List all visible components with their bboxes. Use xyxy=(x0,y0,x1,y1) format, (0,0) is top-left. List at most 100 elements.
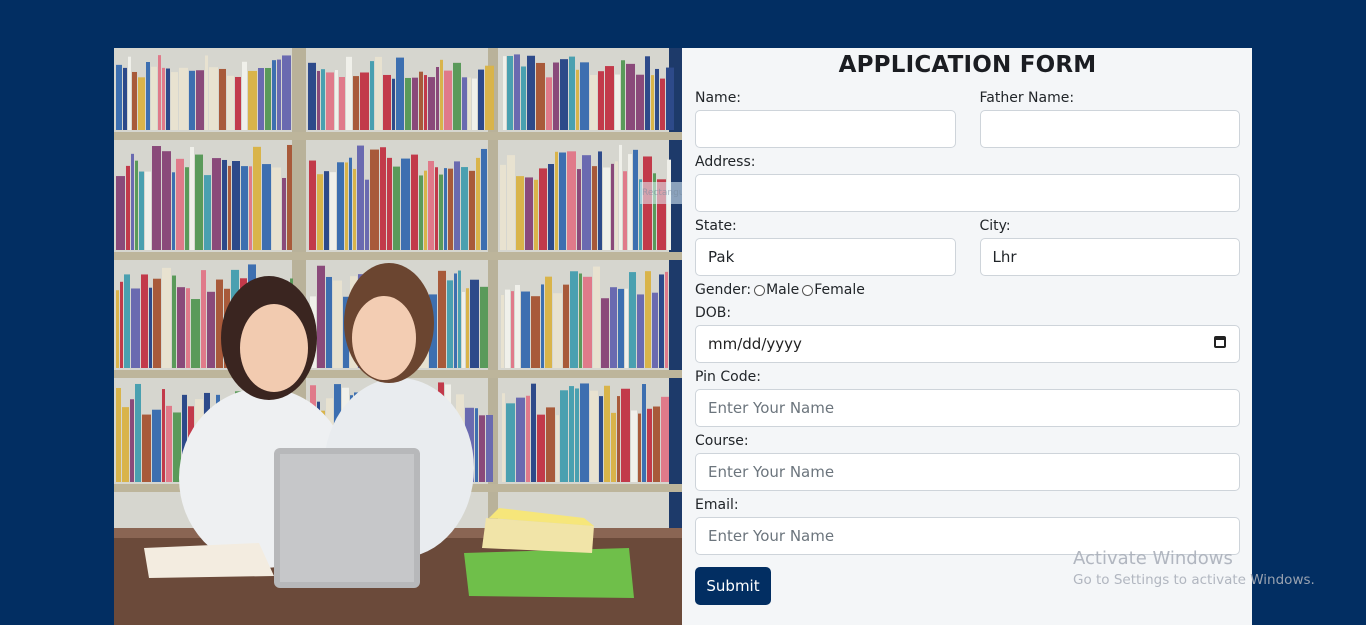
book-spine xyxy=(653,406,660,482)
book-spine xyxy=(462,291,465,368)
book-spine xyxy=(516,176,524,250)
gender-male-label[interactable]: Male xyxy=(766,281,799,299)
book-spine xyxy=(567,151,576,250)
city-input[interactable] xyxy=(979,238,1240,276)
book-spine xyxy=(162,151,171,250)
state-input[interactable] xyxy=(695,238,956,276)
book-spine xyxy=(324,171,329,250)
book-spine xyxy=(454,273,457,368)
book-spine xyxy=(149,287,152,368)
book-spine xyxy=(618,288,624,368)
book-spine xyxy=(660,78,665,130)
dob-input[interactable] xyxy=(695,325,1240,363)
book-spine xyxy=(516,397,525,482)
book-spine xyxy=(560,390,568,482)
gender-female-radio[interactable] xyxy=(802,284,814,296)
book-spine xyxy=(546,407,555,482)
book-spine xyxy=(392,78,395,130)
book-spine xyxy=(185,167,189,250)
book-spine xyxy=(579,273,582,368)
book-spine xyxy=(667,159,671,250)
book-spine xyxy=(626,63,635,130)
book-spine xyxy=(577,169,581,250)
book-spine xyxy=(146,62,150,131)
book-spine xyxy=(277,59,281,130)
book-spine xyxy=(339,76,345,130)
gender-male-radio[interactable] xyxy=(754,284,766,296)
book-spine xyxy=(321,69,325,130)
book-spine xyxy=(453,62,461,131)
book-spine xyxy=(258,68,264,130)
calendar-icon[interactable] xyxy=(1214,336,1226,348)
book-spine xyxy=(590,390,598,482)
book-spine xyxy=(472,78,477,130)
book-spine xyxy=(123,67,127,130)
submit-button[interactable]: Submit xyxy=(695,567,771,605)
book-spine xyxy=(317,174,323,250)
name-label: Name: xyxy=(695,90,742,106)
course-label: Course: xyxy=(695,433,749,449)
book-spine xyxy=(475,408,478,482)
book-spine xyxy=(521,66,526,130)
book-spine xyxy=(481,148,487,250)
book-spine xyxy=(141,274,148,368)
book-spine xyxy=(424,75,427,130)
father-name-input[interactable] xyxy=(979,110,1240,148)
book-spine xyxy=(132,71,137,130)
book-spine xyxy=(152,409,161,482)
book-spine xyxy=(330,172,336,250)
dob-label: DOB: xyxy=(695,305,732,321)
book-spine xyxy=(179,67,188,130)
book-spine xyxy=(466,288,469,368)
book-spine xyxy=(232,161,240,250)
book-spine xyxy=(485,65,494,130)
pin-code-input[interactable] xyxy=(695,389,1240,427)
book-spine xyxy=(158,55,161,130)
book-spine xyxy=(370,149,379,250)
city-label: City: xyxy=(979,218,1011,234)
book-spine xyxy=(122,407,129,482)
book-spine xyxy=(265,67,271,130)
book-spine xyxy=(439,174,443,250)
book-spine xyxy=(507,55,513,130)
book-spine xyxy=(611,412,616,482)
book-spine xyxy=(601,298,609,368)
book-spine xyxy=(502,393,505,482)
gender-label: Gender: xyxy=(695,282,752,298)
book-spine xyxy=(209,67,218,130)
name-input[interactable] xyxy=(695,110,956,148)
course-input[interactable] xyxy=(695,453,1240,491)
book-spine xyxy=(317,70,320,130)
address-input[interactable] xyxy=(695,174,1240,212)
book-spine xyxy=(349,157,352,250)
book-spine xyxy=(531,383,536,482)
book-spine xyxy=(128,56,131,130)
book-spine xyxy=(360,72,369,130)
book-spine xyxy=(536,62,545,130)
book-spine xyxy=(478,69,484,130)
book-spine xyxy=(177,287,185,368)
book-spine xyxy=(401,158,410,250)
book-spine xyxy=(253,146,261,250)
form-title: APPLICATION FORM xyxy=(838,52,1097,78)
book-spine xyxy=(645,56,650,130)
book-spine xyxy=(346,56,352,131)
book-spine xyxy=(617,396,620,482)
book-spine xyxy=(309,160,316,250)
book-spine xyxy=(130,399,134,482)
book-spine xyxy=(599,396,603,482)
activate-windows-watermark: Activate Windows Go to Settings to activ… xyxy=(1073,548,1315,590)
book-spine xyxy=(219,68,226,130)
book-spine xyxy=(448,168,453,250)
book-spine xyxy=(652,292,658,368)
book-spine xyxy=(651,75,654,130)
book-spine xyxy=(162,67,165,130)
book-spine xyxy=(636,74,644,130)
book-spine xyxy=(511,291,514,368)
gender-female-label[interactable]: Female xyxy=(814,281,865,299)
book-spine xyxy=(387,157,392,250)
book-spine xyxy=(139,171,144,250)
book-spine xyxy=(353,168,356,250)
dob-field[interactable]: mm/dd/yyyy xyxy=(695,325,1240,363)
book-spine xyxy=(207,291,215,368)
